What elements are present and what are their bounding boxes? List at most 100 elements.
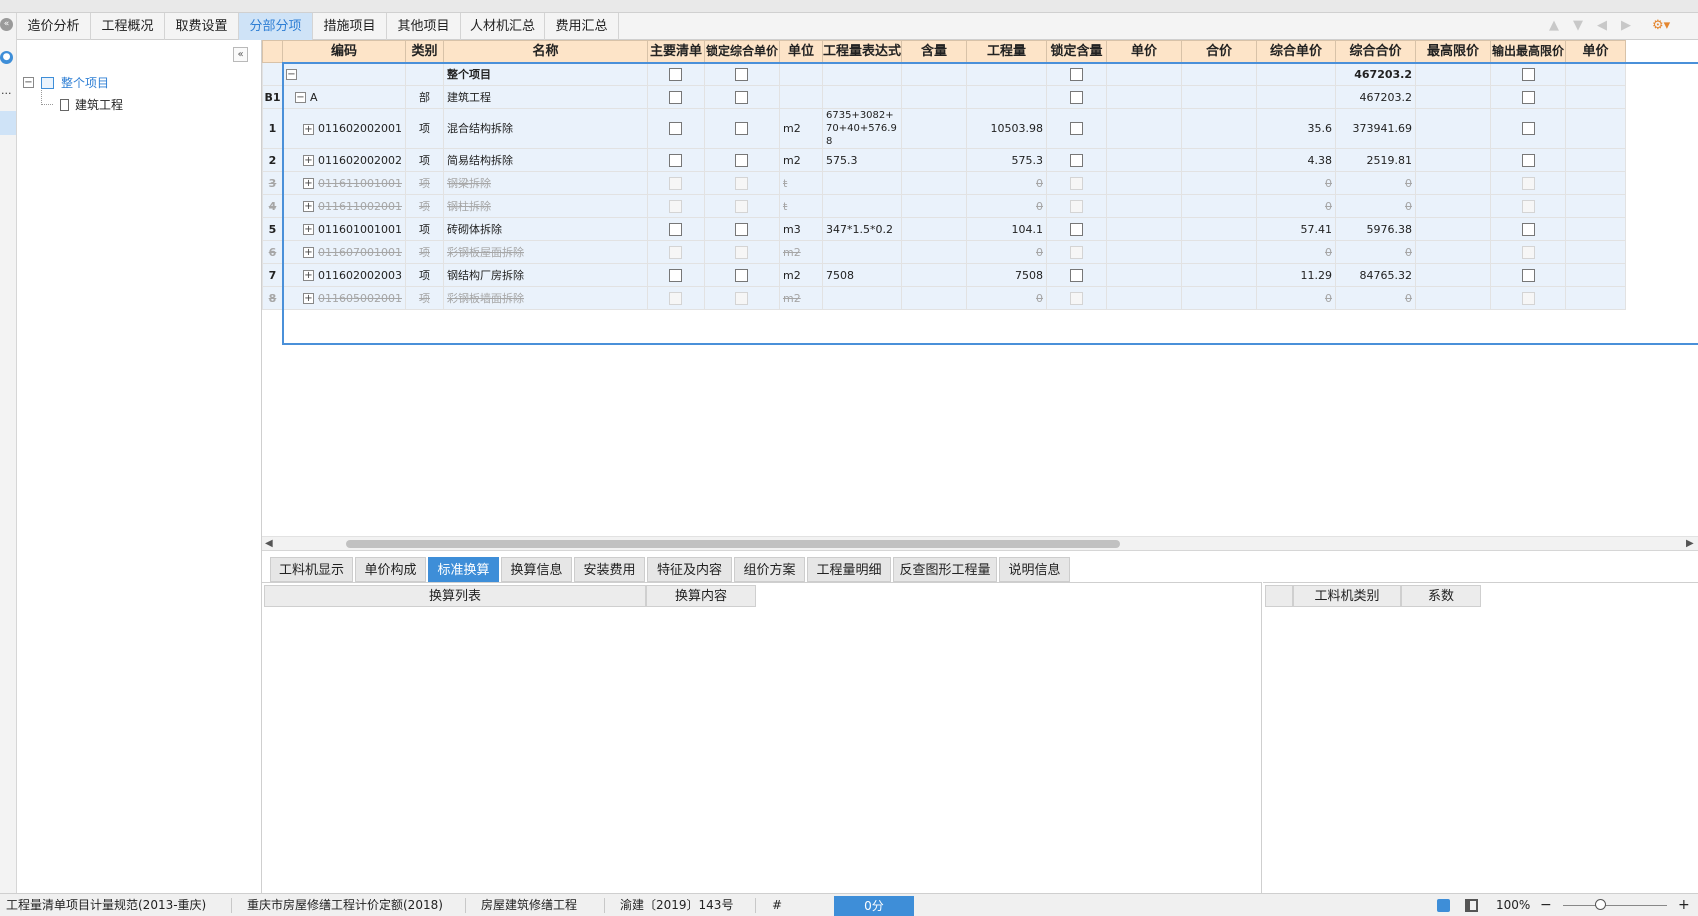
arrow-down-icon[interactable]: ▼ (1573, 18, 1583, 33)
expand-icon[interactable]: + (303, 178, 314, 189)
tab-reverse-graphic-quantity[interactable]: 反查图形工程量 (893, 557, 997, 582)
checkbox[interactable] (735, 122, 749, 136)
table-row[interactable]: 4 +011611002001 项 钢柱拆除 t 0 0 0 (262, 194, 1626, 218)
header-unit[interactable]: 单位 (778, 40, 823, 63)
cell-output-max[interactable] (1490, 108, 1566, 149)
header-quantity[interactable]: 工程量 (966, 40, 1047, 63)
settings-dropdown-icon[interactable]: ⚙▾ (1652, 18, 1670, 33)
cell-lock-content[interactable] (1046, 263, 1107, 287)
tab-sub-items[interactable]: 分部分项 (239, 13, 313, 40)
tab-standard-conversion[interactable]: 标准换算 (428, 557, 499, 582)
cell-lock-price[interactable] (703, 62, 780, 86)
header-quantity-expr[interactable]: 工程量表达式 (821, 40, 903, 63)
split-view-icon[interactable] (1465, 899, 1478, 912)
checkbox[interactable] (669, 153, 683, 167)
tab-measures[interactable]: 措施项目 (313, 13, 387, 40)
scroll-right-icon[interactable]: ▶ (1686, 537, 1694, 551)
cell-output-max[interactable] (1490, 85, 1566, 109)
checkbox[interactable] (735, 153, 749, 167)
header-conversion-content[interactable]: 换算内容 (646, 585, 756, 607)
checkbox[interactable] (1070, 268, 1083, 282)
collapse-icon[interactable]: − (295, 92, 306, 103)
checkbox[interactable] (669, 222, 683, 236)
checkbox[interactable] (735, 67, 749, 81)
tab-labor-material-summary[interactable]: 人材机汇总 (461, 13, 545, 40)
cell-lock-price[interactable] (703, 85, 780, 109)
checkbox[interactable] (669, 67, 683, 81)
cell-expr[interactable]: 575.3 (821, 148, 903, 172)
table-row[interactable]: 8 +011605002001 项 彩钢板墙面拆除 m2 0 0 0 (262, 286, 1626, 310)
table-row[interactable]: 3 +011611001001 项 钢梁拆除 t 0 0 0 (262, 171, 1626, 195)
cell-output-max[interactable] (1490, 148, 1566, 172)
checkbox[interactable] (1521, 90, 1535, 104)
checkbox[interactable] (669, 90, 683, 104)
score-badge[interactable]: 0分 (834, 896, 914, 916)
header-max-price[interactable]: 最高限价 (1415, 40, 1491, 63)
zoom-slider-track[interactable] (1563, 905, 1667, 906)
table-row[interactable]: 7 +011602002003 项 钢结构厂房拆除 m2 7508 7508 1… (262, 263, 1626, 287)
tab-conversion-info[interactable]: 换算信息 (501, 557, 572, 582)
tab-unit-price-composition[interactable]: 单价构成 (355, 557, 426, 582)
arrow-up-icon[interactable]: ▲ (1549, 18, 1559, 33)
checkbox[interactable] (669, 268, 683, 282)
cell-lock-content[interactable] (1046, 148, 1107, 172)
header-main-list[interactable]: 主要清单 (646, 40, 705, 63)
checkbox[interactable] (1070, 90, 1083, 104)
checkbox[interactable] (1521, 122, 1535, 136)
cell-lock-price[interactable] (703, 148, 780, 172)
cell-output-max[interactable] (1490, 62, 1566, 86)
tab-cost-analysis[interactable]: 造价分析 (17, 13, 91, 40)
cell-lock-price[interactable] (703, 108, 780, 149)
tab-other-items[interactable]: 其他项目 (387, 13, 461, 40)
zoom-slider-knob[interactable] (1595, 899, 1606, 910)
tab-fee-settings[interactable]: 取费设置 (165, 13, 239, 40)
expand-icon[interactable]: + (303, 270, 314, 281)
cell-main-list[interactable] (646, 85, 705, 109)
header-factor[interactable]: 系数 (1401, 585, 1481, 607)
more-icon[interactable]: ... (1, 85, 12, 96)
expand-icon[interactable]: + (303, 155, 314, 166)
cell-output-max[interactable] (1490, 263, 1566, 287)
cell-main-list[interactable] (646, 263, 705, 287)
expand-icon[interactable]: + (303, 247, 314, 258)
tab-labor-material-display[interactable]: 工料机显示 (270, 557, 353, 582)
table-row[interactable]: 2 +011602002002 项 简易结构拆除 m2 575.3 575.3 … (262, 148, 1626, 172)
horizontal-scrollbar[interactable]: ◀ ▶ (262, 536, 1698, 550)
checkbox[interactable] (1521, 268, 1535, 282)
collapse-icon[interactable]: − (286, 69, 297, 80)
checkbox[interactable] (1521, 67, 1535, 81)
zoom-out-icon[interactable]: − (1540, 894, 1552, 916)
table-row[interactable]: 6 +011607001001 项 彩钢板屋面拆除 m2 0 0 0 (262, 240, 1626, 264)
table-row-summary[interactable]: − 整个项目 467203.2 (262, 62, 1626, 86)
header-composite-unit-price[interactable]: 综合单价 (1256, 40, 1336, 63)
tab-project-overview[interactable]: 工程概况 (91, 13, 165, 40)
tree-item-root[interactable]: − 整个项目 (23, 74, 243, 92)
header-name[interactable]: 名称 (442, 40, 648, 63)
tab-quantity-detail[interactable]: 工程量明细 (807, 557, 891, 582)
cell-expr[interactable]: 347*1.5*0.2 (821, 217, 903, 241)
checkbox[interactable] (669, 122, 683, 136)
checkbox[interactable] (1070, 67, 1083, 81)
checkbox[interactable] (1070, 153, 1083, 167)
tab-installation-fee[interactable]: 安装费用 (574, 557, 645, 582)
header-unit-price-2[interactable]: 单价 (1565, 40, 1626, 63)
scroll-left-icon[interactable]: ◀ (265, 537, 273, 551)
zoom-in-icon[interactable]: + (1678, 894, 1690, 916)
cell-main-list[interactable] (646, 62, 705, 86)
cell-lock-content[interactable] (1046, 85, 1107, 109)
checkbox[interactable] (1521, 222, 1535, 236)
expand-icon[interactable]: + (303, 201, 314, 212)
arrow-left-icon[interactable]: ◀ (1597, 18, 1607, 33)
collapse-circle-icon[interactable]: « (0, 18, 13, 31)
tab-description-info[interactable]: 说明信息 (999, 557, 1070, 582)
cell-lock-price[interactable] (703, 263, 780, 287)
collapse-panel-button[interactable]: « (233, 47, 248, 62)
arrow-right-icon[interactable]: ▶ (1621, 18, 1631, 33)
cell-lock-price[interactable] (703, 217, 780, 241)
header-content[interactable]: 含量 (901, 40, 967, 63)
header-lock-unit-price[interactable]: 锁定综合单价 (703, 40, 780, 63)
cell-main-list[interactable] (646, 108, 705, 149)
cell-lock-content[interactable] (1046, 108, 1107, 149)
tree-collapse-icon[interactable]: − (23, 77, 34, 88)
cell-lock-content[interactable] (1046, 217, 1107, 241)
